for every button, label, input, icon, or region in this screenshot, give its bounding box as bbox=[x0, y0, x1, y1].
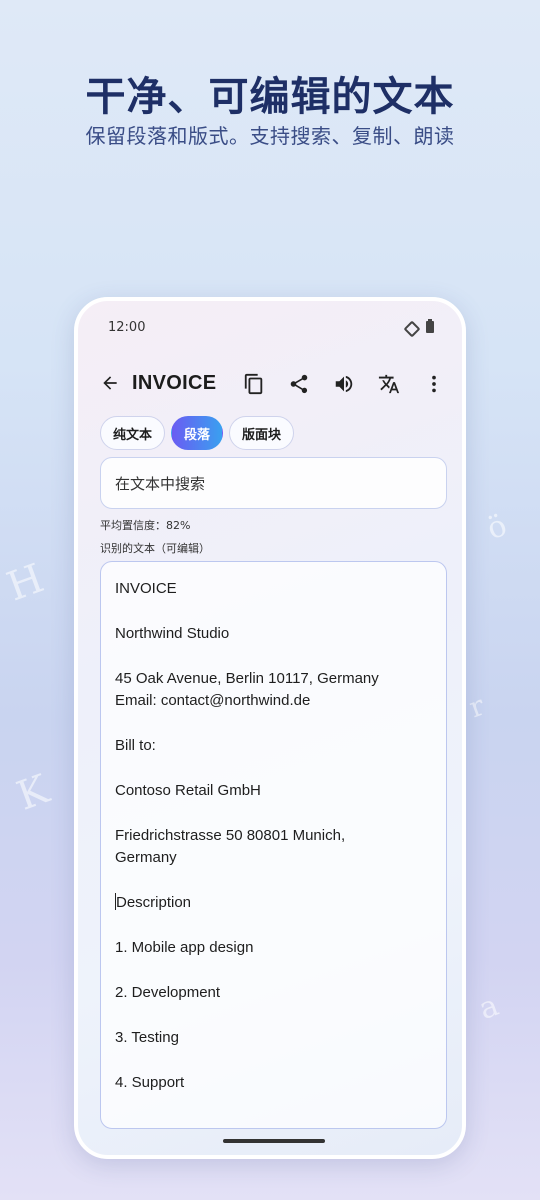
text-paragraph-caret: Description bbox=[115, 892, 432, 914]
status-time: 12:00 bbox=[108, 320, 146, 335]
promo-headline: 干净、可编辑的文本 bbox=[85, 74, 455, 120]
chip-paragraph[interactable]: 段落 bbox=[171, 416, 224, 450]
text-paragraph: Bill to: bbox=[115, 737, 156, 754]
text-paragraph: 4. Support bbox=[115, 1074, 185, 1091]
recognized-text-label: 识别的文本（可编辑） bbox=[100, 542, 210, 555]
back-arrow-icon[interactable] bbox=[98, 371, 122, 395]
text-paragraph: 1. Mobile app design bbox=[115, 939, 254, 956]
battery-icon bbox=[426, 319, 434, 333]
text-paragraph: 2. Development bbox=[115, 984, 221, 1001]
text-paragraph: Northwind Studio bbox=[115, 625, 230, 642]
confidence-label: 平均置信度：82% bbox=[100, 519, 191, 532]
home-indicator[interactable] bbox=[223, 1139, 325, 1143]
document-title: INVOICE bbox=[132, 371, 217, 394]
phone-frame: 12:00 INVOICE 纯文本 段落 版面块 在文本中搜索 平均置信度：82… bbox=[74, 297, 466, 1159]
mode-chips: 纯文本 段落 版面块 bbox=[100, 416, 295, 450]
copy-icon[interactable] bbox=[241, 371, 266, 396]
chip-layout-blocks[interactable]: 版面块 bbox=[229, 416, 295, 450]
text-paragraph: 3. Testing bbox=[115, 1029, 179, 1046]
text-paragraph: 45 Oak Avenue, Berlin 10117, Germany Ema… bbox=[115, 670, 379, 709]
more-vert-icon[interactable] bbox=[421, 371, 446, 396]
text-paragraph: INVOICE bbox=[115, 580, 177, 597]
recognized-text-editor[interactable]: INVOICE Northwind Studio 45 Oak Avenue, … bbox=[100, 561, 447, 1129]
promo-subline: 保留段落和版式。支持搜索、复制、朗读 bbox=[85, 124, 455, 148]
text-paragraph: Friedrichstrasse 50 80801 Munich, German… bbox=[115, 827, 346, 866]
speaker-icon[interactable] bbox=[331, 371, 356, 396]
app-toolbar: INVOICE bbox=[98, 365, 446, 401]
status-icons bbox=[404, 319, 434, 333]
search-input[interactable]: 在文本中搜索 bbox=[100, 457, 447, 509]
satellite-icon bbox=[404, 322, 416, 333]
translate-icon[interactable] bbox=[376, 371, 401, 396]
share-icon[interactable] bbox=[286, 371, 311, 396]
text-paragraph: Contoso Retail GmbH bbox=[115, 782, 261, 799]
text-paragraph: Description bbox=[116, 894, 192, 911]
chip-plain-text[interactable]: 纯文本 bbox=[100, 416, 166, 450]
